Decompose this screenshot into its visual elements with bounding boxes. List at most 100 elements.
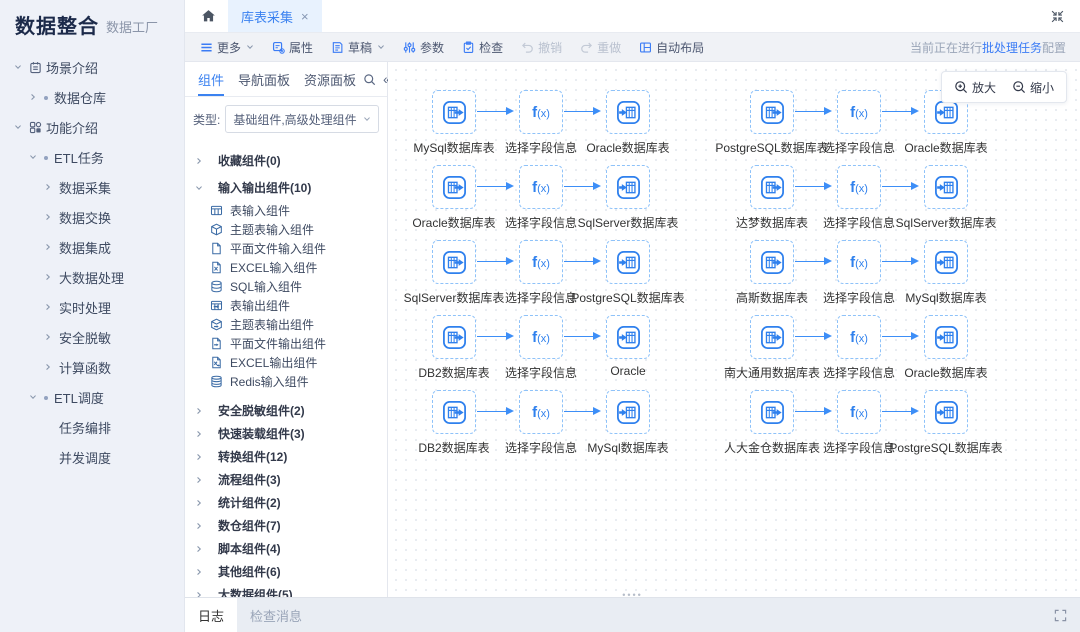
component-group-流程组件(3)[interactable]: 流程组件(3) <box>185 468 387 491</box>
component-group-统计组件(2)[interactable]: 统计组件(2) <box>185 491 387 514</box>
flow-node-transform[interactable]: f(x)选择字段信息 <box>519 90 563 134</box>
type-select-value: 基础组件,高级处理组件 <box>233 111 356 128</box>
fx-icon: f(x) <box>850 254 868 271</box>
table-output-icon <box>615 99 642 126</box>
flow-node-transform[interactable]: f(x)选择字段信息 <box>519 240 563 284</box>
component-group-安全脱敏组件(2)[interactable]: 安全脱敏组件(2) <box>185 399 387 422</box>
component-group-转换组件(12)[interactable]: 转换组件(12) <box>185 445 387 468</box>
bottom-tab-日志[interactable]: 日志 <box>185 598 237 632</box>
home-icon[interactable] <box>185 0 228 32</box>
flow-node-target[interactable]: SqlServer数据库表 <box>924 165 968 209</box>
zoom-in-button[interactable]: 放大 <box>954 79 996 96</box>
chevron-right-icon <box>195 407 210 415</box>
type-select[interactable]: 基础组件,高级处理组件 <box>225 105 379 133</box>
component-item-EXCEL输出组件[interactable]: EXCEL输出组件 <box>185 353 387 372</box>
sidebar-item-ETL任务[interactable]: ETL任务 <box>0 142 184 172</box>
component-group-数仓组件(7)[interactable]: 数仓组件(7) <box>185 514 387 537</box>
flow-node-transform[interactable]: f(x)选择字段信息 <box>519 315 563 359</box>
toolbar-button-检查[interactable]: 检查 <box>453 39 512 56</box>
flow-node-target[interactable]: Oracle数据库表 <box>606 90 650 134</box>
collapse-fullscreen-icon[interactable] <box>1051 0 1080 32</box>
flow-node-source[interactable]: PostgreSQL数据库表 <box>750 90 794 134</box>
sidebar-item-计算函数[interactable]: 计算函数 <box>0 352 184 382</box>
expand-corners-icon[interactable] <box>1054 598 1080 632</box>
flow-node-transform[interactable]: f(x)选择字段信息 <box>519 165 563 209</box>
status-link[interactable]: 批处理任务 <box>982 41 1042 55</box>
zoom-out-button[interactable]: 缩小 <box>1012 79 1054 96</box>
component-group-输入输出组件(10)[interactable]: 输入输出组件(10) <box>185 174 387 201</box>
sidebar-item-label: 数据仓库 <box>54 88 106 107</box>
toolbar-button-属性[interactable]: 属性 <box>263 39 322 56</box>
group-spacer <box>185 391 387 399</box>
component-item-Redis输入组件[interactable]: Redis输入组件 <box>185 372 387 391</box>
flow-node-transform[interactable]: f(x)选择字段信息 <box>837 240 881 284</box>
flow-node-target[interactable]: Oracle <box>606 315 650 359</box>
sidebar-item-数据仓库[interactable]: 数据仓库 <box>0 82 184 112</box>
flow-node-source[interactable]: MySql数据库表 <box>432 90 476 134</box>
sidebar-item-安全脱敏[interactable]: 安全脱敏 <box>0 322 184 352</box>
drag-handle[interactable]: •••• <box>622 591 643 599</box>
component-group-大数据组件(5)[interactable]: 大数据组件(5) <box>185 583 387 597</box>
component-item-表输出组件[interactable]: 表输出组件 <box>185 296 387 315</box>
panel-tab-组件[interactable]: 组件 <box>191 62 231 96</box>
chevron-down-icon <box>246 43 254 51</box>
sidebar-item-并发调度[interactable]: 并发调度 <box>0 442 184 472</box>
flow-node-source[interactable]: 南大通用数据库表 <box>750 315 794 359</box>
sidebar-item-实时处理[interactable]: 实时处理 <box>0 292 184 322</box>
flow-node-transform[interactable]: f(x)选择字段信息 <box>837 315 881 359</box>
component-group-其他组件(6)[interactable]: 其他组件(6) <box>185 560 387 583</box>
sidebar-item-功能介绍[interactable]: 功能介绍 <box>0 112 184 142</box>
flow-node-source[interactable]: SqlServer数据库表 <box>432 240 476 284</box>
component-item-SQL输入组件[interactable]: SQL输入组件 <box>185 277 387 296</box>
flow-node-transform[interactable]: f(x)选择字段信息 <box>837 390 881 434</box>
sidebar-item-场景介绍[interactable]: 场景介绍 <box>0 52 184 82</box>
component-item-表输入组件[interactable]: 表输入组件 <box>185 201 387 220</box>
flow-node-target[interactable]: SqlServer数据库表 <box>606 165 650 209</box>
flow-node-source[interactable]: 高斯数据库表 <box>750 240 794 284</box>
component-item-主题表输入组件[interactable]: 主题表输入组件 <box>185 220 387 239</box>
flow-node-transform[interactable]: f(x)选择字段信息 <box>837 165 881 209</box>
component-item-平面文件输出组件[interactable]: 平面文件输出组件 <box>185 334 387 353</box>
flow-node-source[interactable]: DB2数据库表 <box>432 315 476 359</box>
component-item-label: 表输入组件 <box>230 202 290 219</box>
undo-icon <box>521 41 534 54</box>
component-item-平面文件输入组件[interactable]: 平面文件输入组件 <box>185 239 387 258</box>
tab-active[interactable]: 库表采集 × <box>228 0 322 32</box>
zoom-in-label: 放大 <box>972 79 996 96</box>
flow-node-target[interactable]: PostgreSQL数据库表 <box>924 390 968 434</box>
component-item-EXCEL输入组件[interactable]: EXCEL输入组件 <box>185 258 387 277</box>
toolbar-button-参数[interactable]: 参数 <box>394 39 453 56</box>
flow-node-transform[interactable]: f(x)选择字段信息 <box>837 90 881 134</box>
flow-node-source[interactable]: 达梦数据库表 <box>750 165 794 209</box>
bottom-tab-检查消息[interactable]: 检查消息 <box>237 598 315 632</box>
flow-node-target[interactable]: MySql数据库表 <box>924 240 968 284</box>
component-group-收藏组件(0)[interactable]: 收藏组件(0) <box>185 147 387 174</box>
toolbar-button-草稿[interactable]: 草稿 <box>322 39 394 56</box>
toolbar-button-自动布局[interactable]: 自动布局 <box>630 39 713 56</box>
flow-node-source[interactable]: Oracle数据库表 <box>432 165 476 209</box>
flow-canvas[interactable]: 放大 缩小 MySql数据库表 f(x)选择字段信息 Oracle数据库表 Postg… <box>388 62 1080 597</box>
sidebar-item-数据集成[interactable]: 数据集成 <box>0 232 184 262</box>
flow-node-source[interactable]: DB2数据库表 <box>432 390 476 434</box>
toolbar-button-更多[interactable]: 更多 <box>191 39 263 56</box>
flow-node-target[interactable]: Oracle数据库表 <box>924 315 968 359</box>
flow-node-target[interactable]: MySql数据库表 <box>606 390 650 434</box>
panel-tab-导航面板[interactable]: 导航面板 <box>231 62 297 96</box>
flow-node-target[interactable]: PostgreSQL数据库表 <box>606 240 650 284</box>
flow-node-transform[interactable]: f(x)选择字段信息 <box>519 390 563 434</box>
sidebar-item-任务编排[interactable]: 任务编排 <box>0 412 184 442</box>
flow-node-source[interactable]: 人大金仓数据库表 <box>750 390 794 434</box>
panel-tab-资源面板[interactable]: 资源面板 <box>297 62 363 96</box>
app-logo: 数据整合 数据工厂 <box>0 0 184 48</box>
component-group-快速装载组件(3)[interactable]: 快速装载组件(3) <box>185 422 387 445</box>
sidebar-item-数据采集[interactable]: 数据采集 <box>0 172 184 202</box>
search-icon[interactable] <box>363 73 376 86</box>
toolbar-button-label: 重做 <box>597 39 621 56</box>
sidebar-item-数据交换[interactable]: 数据交换 <box>0 202 184 232</box>
component-item-主题表输出组件[interactable]: 主题表输出组件 <box>185 315 387 334</box>
component-group-脚本组件(4)[interactable]: 脚本组件(4) <box>185 537 387 560</box>
tab-close-icon[interactable]: × <box>301 9 309 24</box>
sidebar-item-大数据处理[interactable]: 大数据处理 <box>0 262 184 292</box>
flow-10: 人大金仓数据库表 f(x)选择字段信息 PostgreSQL数据库表 <box>750 390 968 434</box>
sidebar-item-ETL调度[interactable]: ETL调度 <box>0 382 184 412</box>
